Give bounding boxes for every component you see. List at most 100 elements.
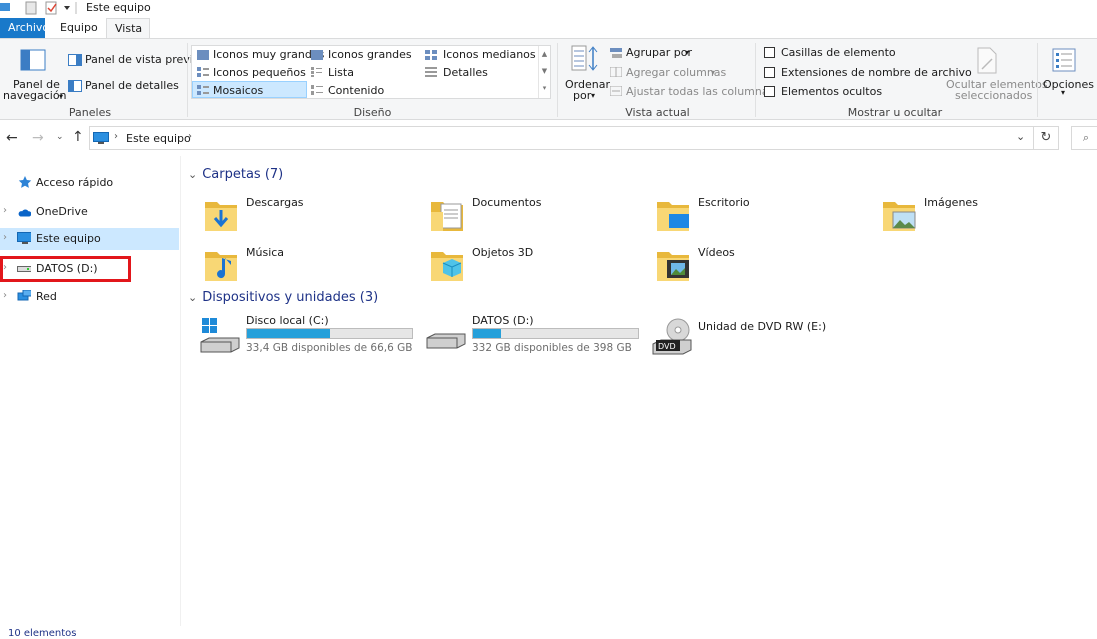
item-checkboxes-checkbox[interactable] — [764, 47, 775, 58]
folder-escritorio[interactable]: Escritorio — [653, 192, 853, 236]
ribbon: Panel de navegación ▾ Panel de vista pre… — [0, 38, 1097, 120]
expand-chevron-icon[interactable]: › — [3, 290, 7, 301]
drive-free-space: 33,4 GB disponibles de 66,6 GB — [246, 342, 413, 354]
details-pane-button[interactable]: Panel de detalles — [85, 79, 179, 92]
collapse-chevron-icon[interactable]: ⌄ — [188, 291, 197, 304]
quick-access-toolbar[interactable] — [0, 1, 80, 15]
group-by-icon — [610, 48, 622, 58]
folders-section-header[interactable]: ⌄ Carpetas (7) — [188, 167, 283, 182]
expand-chevron-icon[interactable]: › — [3, 205, 7, 216]
group-label-paneles: Paneles — [68, 106, 112, 119]
large-icons-icon — [311, 50, 323, 60]
details-icon — [425, 67, 437, 77]
drive-usage-bar — [472, 328, 639, 339]
ribbon-separator — [1037, 43, 1038, 117]
sidebar-item-este-equipo[interactable]: › Este equipo — [0, 228, 179, 250]
star-icon — [18, 176, 32, 188]
expand-chevron-icon[interactable]: › — [3, 232, 7, 243]
breadcrumb-chevron-icon[interactable]: › — [188, 131, 192, 142]
annotation-highlight-box — [0, 256, 131, 282]
sidebar-item-onedrive[interactable]: › OneDrive — [0, 201, 179, 223]
recent-locations-chevron-icon[interactable]: ⌄ — [56, 132, 64, 142]
drive-d[interactable]: DATOS (D:) 332 GB disponibles de 398 GB — [426, 314, 646, 356]
layout-large-icons[interactable]: Iconos grandes — [328, 48, 412, 61]
address-bar[interactable]: › Este equipo › ⌄ — [89, 126, 1034, 150]
tab-archivo[interactable]: Archivo — [0, 18, 49, 38]
layout-list[interactable]: Lista — [328, 66, 354, 79]
layout-extra-large-icons[interactable]: Iconos muy grandes — [213, 48, 324, 61]
drive-usage-fill — [247, 329, 330, 338]
ribbon-separator — [755, 43, 756, 117]
options-icon — [1052, 48, 1076, 72]
nav-pane-button-line2[interactable]: navegación — [3, 89, 67, 102]
tab-vista[interactable]: Vista — [106, 18, 150, 38]
this-pc-icon — [93, 132, 109, 144]
up-arrow-icon[interactable]: ↑ — [72, 129, 84, 145]
layout-content[interactable]: Contenido — [328, 84, 384, 97]
drive-label: DATOS (D:) — [472, 314, 534, 327]
layout-small-icons[interactable]: Iconos pequeños — [213, 66, 306, 79]
breadcrumb-chevron-icon[interactable]: › — [114, 131, 118, 142]
ribbon-tabs: Archivo Equipo Vista — [0, 18, 1097, 38]
folder-label: Objetos 3D — [472, 246, 534, 259]
chevron-down-icon: ▾ — [711, 68, 716, 77]
extra-large-icons-icon — [197, 50, 209, 60]
fit-columns-icon — [610, 86, 622, 96]
nav-pane-icon — [20, 49, 46, 71]
layout-tiles[interactable]: Mosaicos — [213, 84, 263, 97]
chevron-down-icon: ▾ — [591, 91, 596, 100]
options-button[interactable]: Opciones — [1043, 78, 1094, 91]
back-arrow-icon[interactable]: ← — [6, 130, 18, 146]
drive-c[interactable]: Disco local (C:) 33,4 GB disponibles de … — [200, 314, 420, 356]
layout-details[interactable]: Detalles — [443, 66, 488, 79]
this-pc-icon — [17, 232, 31, 244]
folder-label: Imágenes — [924, 196, 978, 209]
cloud-icon — [18, 209, 31, 217]
hidden-items-label: Elementos ocultos — [781, 85, 883, 98]
devices-section-header[interactable]: ⌄ Dispositivos y unidades (3) — [188, 290, 378, 305]
sort-by-button-line2[interactable]: por — [573, 89, 591, 102]
folder-documentos[interactable]: Documentos — [427, 192, 627, 236]
collapse-chevron-icon[interactable]: ⌄ — [188, 168, 197, 181]
fit-columns-button[interactable]: Ajustar todas las columnas — [626, 85, 774, 98]
sidebar-item-red[interactable]: › Red — [0, 286, 179, 308]
folder-musica[interactable]: Música — [201, 242, 401, 286]
hidden-items-checkbox[interactable] — [764, 86, 775, 97]
hide-selected-button-line2[interactable]: seleccionados — [955, 89, 1032, 102]
group-by-button[interactable]: Agrupar por — [626, 46, 692, 59]
details-pane-icon — [68, 80, 82, 92]
gallery-scroll[interactable]: ▲ ▼ ▾ — [538, 46, 550, 98]
folder-descargas[interactable]: Descargas — [201, 192, 401, 236]
network-icon — [17, 290, 31, 301]
drive-icon — [426, 333, 466, 349]
drive-e-dvd[interactable]: DVD Unidad de DVD RW (E:) — [652, 314, 872, 356]
add-columns-icon — [610, 67, 622, 77]
folder-label: Descargas — [246, 196, 304, 209]
content-icon — [311, 85, 323, 95]
sidebar-item-label: Este equipo — [36, 232, 101, 245]
folder-label: Escritorio — [698, 196, 750, 209]
preview-pane-button[interactable]: Panel de vista previa — [85, 53, 200, 66]
address-dropdown-icon[interactable]: ⌄ — [1016, 130, 1025, 143]
refresh-icon[interactable]: ↻ — [1034, 126, 1059, 150]
sidebar-item-quick-access[interactable]: Acceso rápido — [0, 172, 179, 194]
music-folder-icon — [205, 252, 237, 281]
folder-objetos-3d[interactable]: Objetos 3D — [427, 242, 627, 286]
sort-by-icon — [571, 45, 598, 71]
breadcrumb-este-equipo[interactable]: Este equipo — [126, 132, 191, 145]
sidebar-item-label: OneDrive — [36, 205, 88, 218]
chevron-down-icon: ▾ — [59, 92, 64, 101]
layout-medium-icons[interactable]: Iconos medianos — [443, 48, 536, 61]
3d-objects-folder-icon — [431, 252, 463, 281]
status-bar-item-count: 10 elementos — [8, 628, 77, 639]
forward-arrow-icon[interactable]: → — [32, 130, 44, 146]
list-icon — [311, 67, 322, 77]
file-extensions-checkbox[interactable] — [764, 67, 775, 78]
tab-equipo[interactable]: Equipo — [52, 18, 106, 38]
search-icon[interactable]: ⌕ — [1071, 126, 1097, 150]
folder-label: Documentos — [472, 196, 542, 209]
folder-videos[interactable]: Vídeos — [653, 242, 853, 286]
pictures-folder-icon — [883, 202, 916, 231]
folder-imagenes[interactable]: Imágenes — [879, 192, 1079, 236]
item-checkboxes-label: Casillas de elemento — [781, 46, 896, 59]
